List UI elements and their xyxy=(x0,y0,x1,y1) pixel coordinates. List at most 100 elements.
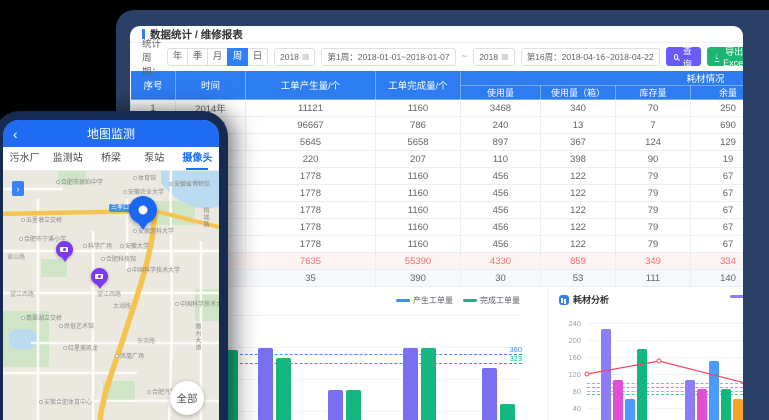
query-button[interactable]: 查询 xyxy=(666,47,701,66)
tab-监测站[interactable]: 监测站 xyxy=(46,147,89,170)
calendar-icon: ▦ xyxy=(302,52,310,61)
table-cell: 79 xyxy=(616,236,691,253)
breadcrumb-text: 数据统计 / 维修报表 xyxy=(150,27,243,42)
map-label: 太湖路 xyxy=(113,301,131,310)
table-cell: 786 xyxy=(376,117,461,134)
tab-摄像头[interactable]: 摄像头 xyxy=(176,147,219,170)
table-cell: 1778 xyxy=(246,236,376,253)
period-option-月[interactable]: 月 xyxy=(207,48,228,66)
bar xyxy=(601,329,611,420)
map-label: 合肥市琥珀中学 xyxy=(56,177,103,186)
sub-column-header: 使用量（箱） xyxy=(541,86,616,100)
table-cell: 456 xyxy=(461,185,541,202)
map-label: 合肥科技馆 xyxy=(101,254,136,263)
table-cell: 456 xyxy=(461,236,541,253)
table-cell: 13 xyxy=(541,117,616,134)
map-label: 中国科学技术大学 xyxy=(175,299,219,308)
table-cell: 110 xyxy=(461,151,541,168)
table-cell: 5658 xyxy=(376,134,461,151)
table-cell: 96667 xyxy=(246,117,376,134)
poi-dot xyxy=(120,244,124,248)
consumables-chart-title: 耗材分析 xyxy=(559,293,609,306)
poi-dot xyxy=(127,268,131,272)
table-cell: 122 xyxy=(541,168,616,185)
poi-dot xyxy=(83,244,87,248)
table-cell: 67 xyxy=(691,219,744,236)
calendar-icon: ▦ xyxy=(501,52,509,61)
table-cell: 456 xyxy=(461,219,541,236)
period-option-日[interactable]: 日 xyxy=(247,48,268,66)
map-label: 徽州大道 xyxy=(193,323,202,351)
sub-column-header: 库存量 xyxy=(616,86,691,100)
camera-icon xyxy=(95,274,103,279)
year-to-select[interactable]: 2018 ▦ xyxy=(473,48,514,66)
poi-dot xyxy=(169,182,173,186)
map-label: 凤凰广场 xyxy=(115,351,144,360)
table-cell: 111 xyxy=(616,270,691,287)
stage: 数据统计 / 维修报表 统计周期： 年季月周日 2018 ▦ 第1周：2018-… xyxy=(0,0,769,420)
year-to-value: 2018 xyxy=(479,52,498,62)
y-axis-tick: 80 xyxy=(559,387,581,396)
table-cell: 1160 xyxy=(376,100,461,117)
bar xyxy=(733,399,743,420)
selected-location-pin[interactable] xyxy=(129,196,157,224)
map-label: 黄山路 xyxy=(7,252,25,261)
export-excel-button[interactable]: ↓ 导出Excel xyxy=(707,47,743,66)
query-button-label: 查询 xyxy=(682,44,693,70)
back-icon[interactable]: ‹ xyxy=(13,127,18,141)
bar xyxy=(276,358,291,420)
year-from-value: 2018 xyxy=(280,52,299,62)
poi-dot xyxy=(59,324,63,328)
show-all-button[interactable]: 全部 xyxy=(170,381,204,415)
bar xyxy=(328,390,343,420)
map-label: 望江西路 xyxy=(10,289,34,298)
y-axis-tick: 40 xyxy=(559,404,581,413)
table-cell: 67 xyxy=(691,202,744,219)
table-cell: 79 xyxy=(616,219,691,236)
camera-marker[interactable] xyxy=(91,268,108,285)
expand-panel-button[interactable]: › xyxy=(12,181,24,196)
poi-dot xyxy=(21,218,25,222)
week-from-input[interactable]: 第1周：2018-01-01~2018-01-07 xyxy=(321,48,455,66)
week-to-value: 第16周：2018-04-16~2018-04-22 xyxy=(527,51,654,63)
poi-dot xyxy=(101,257,105,261)
camera-marker[interactable] xyxy=(56,241,73,258)
pin-center-dot xyxy=(139,206,148,215)
map-label: 安徽大学 xyxy=(120,241,149,250)
period-option-季[interactable]: 季 xyxy=(187,48,208,66)
table-cell: 207 xyxy=(376,151,461,168)
export-button-label: 导出Excel xyxy=(723,45,743,68)
table-cell: 1160 xyxy=(376,168,461,185)
table-cell: 122 xyxy=(541,236,616,253)
tab-桥梁[interactable]: 桥梁 xyxy=(89,147,132,170)
download-icon: ↓ xyxy=(715,52,720,62)
table-cell: 240 xyxy=(461,117,541,134)
table-cell: 1160 xyxy=(376,185,461,202)
week-to-input[interactable]: 第16周：2018-04-16~2018-04-22 xyxy=(521,48,660,66)
gridline xyxy=(180,347,522,348)
table-cell: 11121 xyxy=(246,100,376,117)
year-from-select[interactable]: 2018 ▦ xyxy=(274,48,315,66)
table-cell: 122 xyxy=(541,219,616,236)
y-axis-tick: 240 xyxy=(559,319,581,328)
period-option-年[interactable]: 年 xyxy=(167,48,188,66)
map-category-tabs: 污水厂监测站桥梁泵站摄像头 xyxy=(3,147,219,171)
bar xyxy=(697,389,707,420)
bar xyxy=(709,361,719,420)
map-canvas[interactable]: › 全部 合肥市琥珀中学体育馆安徽农业大学安徽省博物馆桐城路五里墩立交桥三孝口安… xyxy=(3,171,219,420)
column-header: 工单完成量/个 xyxy=(376,71,461,100)
poi-dot xyxy=(19,237,23,241)
tab-污水厂[interactable]: 污水厂 xyxy=(3,147,46,170)
table-cell: 53 xyxy=(541,270,616,287)
phone-mockup: ‹ 地图监测 污水厂监测站桥梁泵站摄像头 xyxy=(0,111,228,420)
table-cell: 140 xyxy=(691,270,744,287)
column-header: 工单产生量/个 xyxy=(246,71,376,100)
map-label: 五里墩立交桥 xyxy=(21,215,62,224)
y-axis-tick: 200 xyxy=(559,336,581,345)
table-cell: 367 xyxy=(541,134,616,151)
bar xyxy=(403,348,418,420)
period-option-周[interactable]: 周 xyxy=(227,48,248,66)
bar xyxy=(625,399,635,420)
table-cell: 30 xyxy=(461,270,541,287)
tab-泵站[interactable]: 泵站 xyxy=(133,147,176,170)
